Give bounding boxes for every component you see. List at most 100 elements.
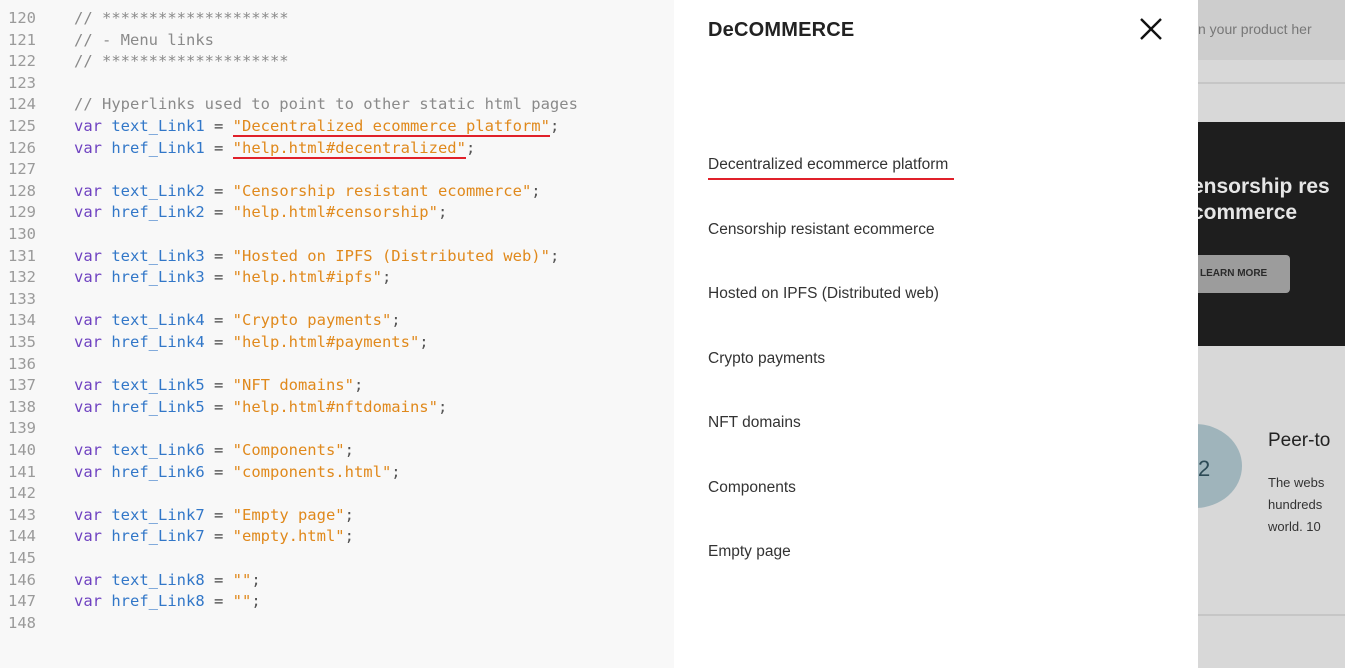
code-token: var [74,181,102,200]
menu-link[interactable]: Decentralized ecommerce platform [708,156,955,180]
code-text: // ******************** [48,51,289,73]
code-token: var [74,527,102,546]
code-token: "components.html" [232,462,392,481]
code-token: var [74,376,102,395]
code-line: 136 [0,354,74,376]
search-bar[interactable]: n your product her [1198,0,1345,60]
line-number: 146 [8,570,36,589]
code-token: var [74,397,102,416]
code-line: 148 [0,613,74,635]
code-line: 138 var href_Link5 = "help.html#nftdomain… [0,397,447,419]
code-text: var href_Link6 = "components.html"; [48,462,401,484]
line-number: 140 [8,441,36,459]
code-token: = [204,505,233,524]
menu-link[interactable]: Components [708,479,796,497]
menu-link[interactable]: NFT domains [708,414,801,432]
code-text: var href_Link3 = "help.html#ipfs"; [48,267,391,289]
code-token: text_Link5 [102,376,205,395]
code-text: var text_Link3 = "Hosted on IPFS (Distri… [48,246,559,268]
line-number: 147 [8,592,36,611]
line-number: 129 [8,203,36,222]
line-number: 122 [8,52,36,71]
code-token: text_Link2 [102,181,205,200]
menu-link[interactable]: Hosted on IPFS (Distributed web) [708,285,939,303]
menu-link[interactable]: Crypto payments [708,350,825,368]
code-line: 135 var href_Link4 = "help.html#payments"… [0,332,429,354]
code-token: ; [344,527,354,546]
code-token: = [204,138,233,157]
learn-more-button[interactable]: LEARN MORE [1198,255,1290,293]
code-token: ; [353,376,364,395]
code-token: href_Link3 [102,268,205,287]
line-number: 141 [8,462,36,481]
menu-panel: DeCOMMERCE Decentralized ecommerce platf… [674,0,1198,668]
code-token: = [204,462,233,481]
line-number: 136 [8,354,36,373]
code-line: 133 [0,289,74,311]
code-token: "" [232,592,252,611]
code-token: ; [391,462,401,481]
code-line: 140 var text_Link6 = "Components"; [0,440,354,462]
code-token: var [74,117,102,135]
line-number: 135 [8,333,36,351]
code-token: "help.html#ipfs" [232,268,382,287]
code-token: var [74,592,102,611]
line-number: 145 [8,549,36,567]
code-line: 147 var href_Link8 = ""; [0,591,261,613]
code-line: 131 var text_Link3 = "Hosted on IPFS (Dis… [0,246,559,268]
code-token: "Censorship resistant ecommerce" [232,181,532,200]
code-text: var href_Link5 = "help.html#nftdomains"; [48,397,447,419]
code-token: text_Link1 [102,117,205,135]
code-token: var [74,441,102,459]
code-token: "empty.html" [232,527,345,546]
menu-link[interactable]: Empty page [708,543,791,561]
code-line: 142 [0,483,74,505]
code-text: var text_Link1 = "Decentralized ecommerc… [48,116,559,138]
code-text: // Hyperlinks used to point to other sta… [48,94,578,116]
line-number: 128 [8,181,36,200]
hero-title-line-1: ensorship res [1198,175,1330,198]
code-line: 144 var href_Link7 = "empty.html"; [0,526,354,548]
code-token: "help.html#payments" [232,333,420,351]
code-text: var text_Link7 = "Empty page"; [48,505,354,527]
code-token: var [74,462,102,481]
line-number: 120 [8,9,36,27]
code-token: href_Link1 [102,138,205,157]
menu-title: DeCOMMERCE [708,19,855,41]
line-number: 143 [8,505,36,524]
code-token: var [74,311,102,330]
line-number: 148 [8,613,36,632]
code-token: ; [419,333,429,351]
code-text: var href_Link2 = "help.html#censorship"; [48,202,447,224]
code-token: "Components" [232,441,345,459]
line-number: 125 [8,117,36,135]
close-button[interactable] [1136,14,1166,44]
code-token: text_Link4 [102,311,205,330]
code-token: href_Link5 [102,397,205,416]
code-token: = [204,527,233,546]
code-line: 130 [0,224,74,246]
code-text: var href_Link8 = ""; [48,591,261,613]
code-text: // ******************** [48,8,289,30]
code-line: 126 var href_Link1 = "help.html#decentral… [0,138,475,160]
code-token: href_Link7 [102,527,205,546]
line-number: 137 [8,376,36,395]
code-editor[interactable]: 120 // ******************** 121 // - Menu l… [0,0,674,668]
code-token: // - Menu links [74,30,214,49]
code-token: "NFT domains" [232,376,354,395]
step-number: 2 [1198,456,1211,481]
line-number: 139 [8,419,36,438]
menu-link[interactable]: Censorship resistant ecommerce [708,221,935,239]
line-number: 123 [8,73,36,92]
code-token: href_Link4 [102,333,205,351]
code-token: = [204,376,233,395]
line-number: 131 [8,246,36,265]
code-token: text_Link7 [102,505,205,524]
code-token: = [204,397,233,416]
code-line: 121 // - Menu links [0,30,214,52]
code-line: 132 var href_Link3 = "help.html#ipfs"; [0,267,391,289]
code-token: ; [437,397,448,416]
code-token: href_Link8 [102,592,205,611]
line-number: 121 [8,30,36,49]
code-token: = [204,268,233,287]
